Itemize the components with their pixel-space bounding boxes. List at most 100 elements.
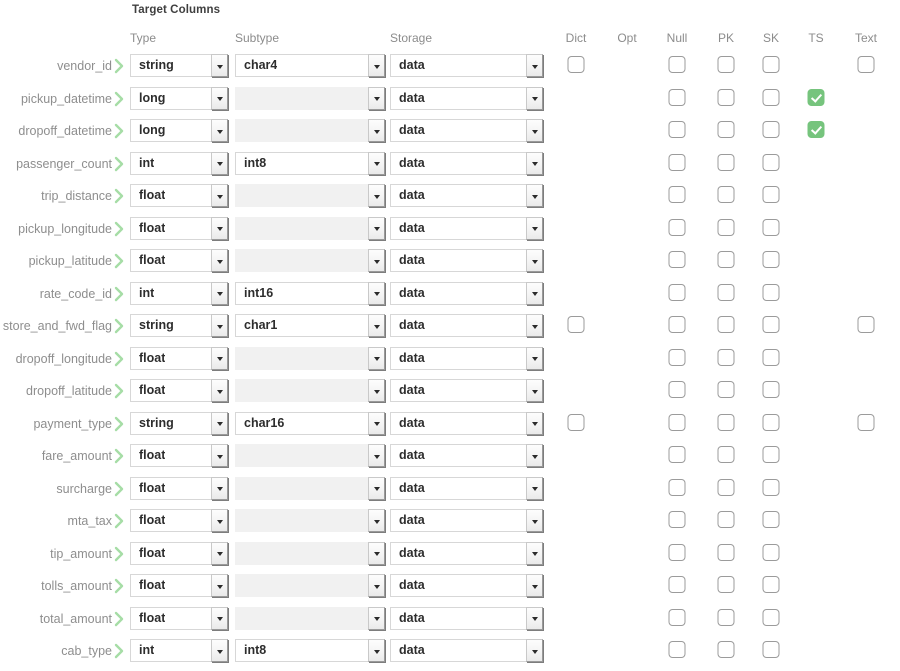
storage-select-chevron-down-icon[interactable] (526, 574, 543, 597)
storage-select-chevron-down-icon[interactable] (526, 119, 543, 142)
storage-select-chevron-down-icon[interactable] (526, 346, 543, 370)
subtype-select-chevron-down-icon[interactable] (368, 314, 385, 337)
checkbox-sk[interactable] (762, 446, 780, 463)
storage-select[interactable]: data (390, 249, 543, 272)
checkbox-pk[interactable] (717, 446, 735, 463)
type-select[interactable]: float (130, 346, 228, 370)
checkbox-sk[interactable] (762, 381, 780, 398)
checkbox-null[interactable] (668, 348, 686, 366)
checkbox-text[interactable] (857, 316, 875, 333)
storage-select[interactable]: data (390, 86, 543, 110)
subtype-select[interactable] (235, 119, 385, 142)
storage-select-chevron-down-icon[interactable] (526, 216, 543, 240)
type-select-chevron-down-icon[interactable] (211, 444, 228, 467)
type-select[interactable]: int (130, 281, 228, 305)
storage-select-chevron-down-icon[interactable] (526, 184, 543, 207)
subtype-select-chevron-down-icon[interactable] (368, 281, 385, 305)
checkbox-null[interactable] (668, 283, 686, 301)
checkbox-sk[interactable] (762, 251, 780, 268)
checkbox-pk[interactable] (717, 121, 735, 138)
storage-select-chevron-down-icon[interactable] (526, 541, 543, 565)
type-select-chevron-down-icon[interactable] (211, 281, 228, 305)
subtype-select[interactable] (235, 606, 385, 630)
subtype-select[interactable] (235, 86, 385, 110)
checkbox-pk[interactable] (717, 478, 735, 496)
checkbox-pk[interactable] (717, 88, 735, 106)
storage-select[interactable]: data (390, 541, 543, 565)
checkbox-null[interactable] (668, 153, 686, 171)
type-select[interactable]: float (130, 476, 228, 500)
checkbox-null[interactable] (668, 218, 686, 236)
type-select-chevron-down-icon[interactable] (211, 314, 228, 337)
type-select[interactable]: int (130, 151, 228, 175)
type-select-chevron-down-icon[interactable] (211, 541, 228, 565)
subtype-select[interactable]: char1 (235, 314, 385, 337)
type-select-chevron-down-icon[interactable] (211, 606, 228, 630)
type-select[interactable]: long (130, 119, 228, 142)
type-select-chevron-down-icon[interactable] (211, 346, 228, 370)
storage-select-chevron-down-icon[interactable] (526, 411, 543, 435)
checkbox-sk[interactable] (762, 576, 780, 593)
checkbox-sk[interactable] (762, 121, 780, 138)
subtype-select-chevron-down-icon[interactable] (368, 86, 385, 110)
type-select-chevron-down-icon[interactable] (211, 184, 228, 207)
type-select[interactable]: float (130, 574, 228, 597)
checkbox-sk[interactable] (762, 153, 780, 171)
subtype-select[interactable] (235, 509, 385, 532)
subtype-select-chevron-down-icon[interactable] (368, 379, 385, 402)
type-select[interactable]: string (130, 314, 228, 337)
checkbox-null[interactable] (668, 316, 686, 333)
storage-select[interactable]: data (390, 119, 543, 142)
checkbox-null[interactable] (668, 413, 686, 431)
subtype-select[interactable] (235, 476, 385, 500)
storage-select-chevron-down-icon[interactable] (526, 86, 543, 110)
type-select-chevron-down-icon[interactable] (211, 411, 228, 435)
checkbox-sk[interactable] (762, 641, 780, 658)
checkbox-pk[interactable] (717, 153, 735, 171)
checkbox-pk[interactable] (717, 283, 735, 301)
checkbox-dict[interactable] (567, 56, 585, 73)
type-select-chevron-down-icon[interactable] (211, 54, 228, 77)
subtype-select-chevron-down-icon[interactable] (368, 346, 385, 370)
storage-select[interactable]: data (390, 379, 543, 402)
subtype-select[interactable] (235, 541, 385, 565)
storage-select[interactable]: data (390, 151, 543, 175)
checkbox-sk[interactable] (762, 478, 780, 496)
checkbox-ts[interactable] (807, 121, 825, 138)
checkbox-dict[interactable] (567, 316, 585, 333)
checkbox-pk[interactable] (717, 641, 735, 658)
checkbox-dict[interactable] (567, 413, 585, 431)
checkbox-null[interactable] (668, 608, 686, 626)
checkbox-sk[interactable] (762, 88, 780, 106)
subtype-select-chevron-down-icon[interactable] (368, 54, 385, 77)
subtype-select[interactable]: int8 (235, 639, 385, 662)
checkbox-sk[interactable] (762, 543, 780, 561)
storage-select-chevron-down-icon[interactable] (526, 281, 543, 305)
checkbox-pk[interactable] (717, 413, 735, 431)
storage-select[interactable]: data (390, 346, 543, 370)
storage-select[interactable]: data (390, 476, 543, 500)
subtype-select[interactable]: int16 (235, 281, 385, 305)
checkbox-null[interactable] (668, 88, 686, 106)
storage-select[interactable]: data (390, 509, 543, 532)
type-select-chevron-down-icon[interactable] (211, 574, 228, 597)
storage-select-chevron-down-icon[interactable] (526, 249, 543, 272)
subtype-select[interactable] (235, 444, 385, 467)
storage-select[interactable]: data (390, 444, 543, 467)
checkbox-pk[interactable] (717, 511, 735, 528)
subtype-select-chevron-down-icon[interactable] (368, 606, 385, 630)
subtype-select[interactable]: char4 (235, 54, 385, 77)
type-select[interactable]: float (130, 444, 228, 467)
subtype-select-chevron-down-icon[interactable] (368, 574, 385, 597)
checkbox-text[interactable] (857, 413, 875, 431)
storage-select-chevron-down-icon[interactable] (526, 509, 543, 532)
checkbox-ts[interactable] (807, 88, 825, 106)
subtype-select-chevron-down-icon[interactable] (368, 541, 385, 565)
checkbox-null[interactable] (668, 56, 686, 73)
checkbox-pk[interactable] (717, 251, 735, 268)
storage-select[interactable]: data (390, 411, 543, 435)
subtype-select-chevron-down-icon[interactable] (368, 476, 385, 500)
storage-select[interactable]: data (390, 216, 543, 240)
checkbox-sk[interactable] (762, 186, 780, 203)
subtype-select-chevron-down-icon[interactable] (368, 509, 385, 532)
